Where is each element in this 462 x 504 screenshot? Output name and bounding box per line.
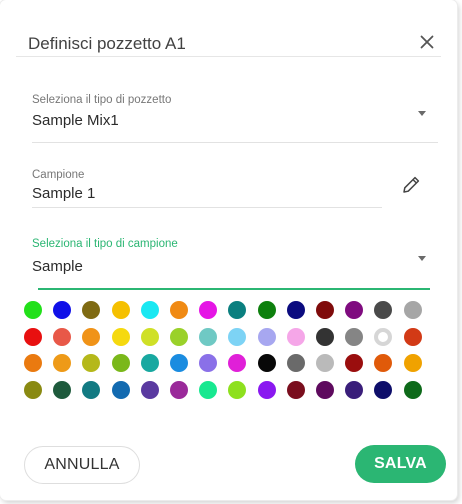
color-swatch[interactable]: [140, 380, 159, 399]
dialog-title: Definisci pozzetto A1: [28, 34, 186, 53]
sample-type-label: Seleziona il tipo di campione: [32, 238, 178, 250]
color-swatch[interactable]: [24, 301, 42, 319]
color-swatch[interactable]: [286, 301, 305, 319]
color-swatch[interactable]: [257, 380, 276, 399]
color-swatch[interactable]: [140, 354, 159, 372]
color-swatch[interactable]: [228, 327, 247, 346]
color-swatch[interactable]: [345, 380, 364, 399]
color-swatch[interactable]: [111, 380, 130, 399]
pencil-icon[interactable]: [400, 174, 422, 201]
color-swatch[interactable]: [228, 301, 247, 319]
sample-name-label: Campione: [32, 169, 85, 181]
sample-type-value: Sample: [32, 258, 83, 275]
save-button[interactable]: SALVA: [355, 445, 446, 483]
color-swatch[interactable]: [316, 301, 334, 319]
color-swatch[interactable]: [345, 327, 364, 346]
define-well-dialog: Definisci pozzetto A1 Seleziona il tipo …: [0, 0, 457, 500]
color-swatch[interactable]: [111, 327, 130, 346]
color-swatch[interactable]: [199, 301, 218, 319]
well-type-value: Sample Mix1: [32, 112, 119, 129]
well-type-underline: [32, 142, 438, 143]
color-swatch[interactable]: [286, 380, 305, 399]
chevron-down-icon: [418, 256, 426, 261]
color-swatch[interactable]: [316, 380, 334, 399]
color-swatch[interactable]: [316, 354, 334, 372]
color-swatch[interactable]: [403, 354, 422, 372]
color-swatch[interactable]: [24, 354, 42, 372]
sample-type-select[interactable]: Seleziona il tipo di campione Sample: [32, 237, 430, 291]
color-swatch[interactable]: [374, 301, 393, 319]
color-swatch[interactable]: [403, 327, 422, 346]
color-swatch[interactable]: [140, 301, 159, 319]
color-swatch[interactable]: [140, 327, 159, 346]
well-type-select[interactable]: Seleziona il tipo di pozzetto Sample Mix…: [32, 92, 438, 144]
color-swatch[interactable]: [170, 301, 188, 319]
color-swatch[interactable]: [403, 380, 422, 399]
chevron-down-icon: [418, 111, 426, 116]
color-swatch[interactable]: [374, 380, 393, 399]
color-swatch[interactable]: [257, 301, 276, 319]
color-swatch[interactable]: [82, 354, 101, 372]
cancel-button[interactable]: ANNULLA: [24, 446, 140, 484]
color-swatch[interactable]: [374, 354, 393, 372]
color-swatch[interactable]: [170, 380, 188, 399]
color-swatch[interactable]: [286, 327, 305, 346]
sample-name-underline: [32, 207, 382, 208]
color-swatch[interactable]: [345, 301, 364, 319]
dialog-header: Definisci pozzetto A1: [16, 26, 441, 57]
color-swatch[interactable]: [257, 327, 276, 346]
color-swatch[interactable]: [316, 327, 334, 346]
color-swatch[interactable]: [286, 354, 305, 372]
color-swatch[interactable]: [53, 380, 72, 399]
color-swatch[interactable]: [82, 301, 101, 319]
color-swatch[interactable]: [374, 327, 393, 346]
color-swatch[interactable]: [170, 327, 188, 346]
color-swatch[interactable]: [111, 301, 130, 319]
color-swatch[interactable]: [111, 354, 130, 372]
color-swatch[interactable]: [228, 380, 247, 399]
color-swatch[interactable]: [199, 380, 218, 399]
color-swatch[interactable]: [257, 354, 276, 372]
color-swatch[interactable]: [24, 327, 42, 346]
color-swatch[interactable]: [199, 354, 218, 372]
color-swatch[interactable]: [53, 327, 72, 346]
well-type-label: Seleziona il tipo di pozzetto: [32, 94, 172, 106]
color-swatch[interactable]: [82, 327, 101, 346]
close-icon[interactable]: [415, 30, 439, 54]
color-swatch[interactable]: [24, 380, 42, 399]
color-swatch[interactable]: [199, 327, 218, 346]
color-swatch[interactable]: [82, 380, 101, 399]
color-swatch[interactable]: [53, 301, 72, 319]
color-swatch[interactable]: [345, 354, 364, 372]
sample-name-value: Sample 1: [32, 185, 96, 202]
color-swatch[interactable]: [170, 354, 188, 372]
color-swatch[interactable]: [403, 301, 422, 319]
sample-name-field[interactable]: Campione Sample 1: [32, 165, 382, 209]
color-swatch[interactable]: [228, 354, 247, 372]
color-swatch[interactable]: [53, 354, 72, 372]
sample-type-underline: [38, 288, 430, 290]
